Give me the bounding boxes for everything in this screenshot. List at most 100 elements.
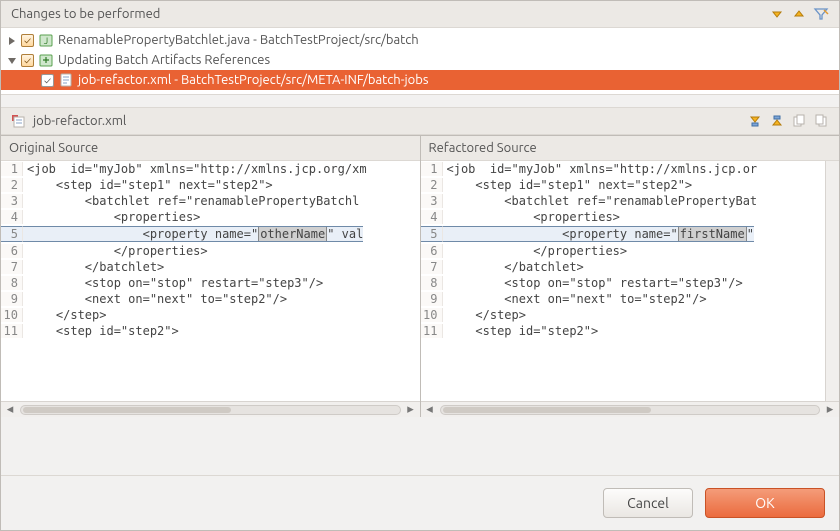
expand-icon[interactable]	[7, 35, 17, 45]
code-text: <property name="otherName" val	[23, 226, 363, 242]
code-text: <job id="myJob" xmlns="http://xmlns.jcp.…	[443, 162, 758, 176]
line-num: 11	[1, 324, 23, 338]
code-text: <step id="step1" next="step2">	[23, 178, 273, 192]
code-text: </step>	[443, 308, 526, 322]
horizontal-scrollbar[interactable]: ◂ ▸	[421, 401, 840, 417]
pane-header-original: Original Source	[1, 136, 420, 161]
line-num: 1	[421, 162, 443, 176]
line-num: 7	[421, 260, 443, 274]
line-num: 4	[1, 210, 23, 224]
collapse-icon[interactable]	[7, 55, 17, 65]
code-text: </step>	[23, 308, 106, 322]
compare-area: Original Source 1<job id="myJob" xmlns="…	[1, 135, 839, 417]
line-num: 1	[1, 162, 23, 176]
code-text: <step id="step2">	[443, 324, 599, 338]
refs-icon	[38, 52, 54, 68]
cancel-button[interactable]: Cancel	[603, 488, 693, 518]
prev-change-icon[interactable]	[791, 6, 807, 22]
original-code-viewer[interactable]: 1<job id="myJob" xmlns="http://xmlns.jcp…	[1, 161, 420, 401]
code-text: <job id="myJob" xmlns="http://xmlns.jcp.…	[23, 162, 367, 176]
next-change-icon[interactable]	[769, 6, 785, 22]
checkbox[interactable]: ✓	[41, 74, 54, 87]
line-num: 11	[421, 324, 443, 338]
code-text: <batchlet ref="renamablePropertyBatchl	[23, 194, 359, 208]
code-text: <step id="step1" next="step2">	[443, 178, 693, 192]
highlighted-diff-line[interactable]: 5 <property name="otherName" val	[1, 225, 420, 243]
line-num: 5	[421, 226, 443, 242]
code-text: <stop on="stop" restart="step3"/>	[443, 276, 743, 290]
line-num: 8	[1, 276, 23, 290]
code-text: <next on="next" to="step2"/>	[443, 292, 707, 306]
xml-file-icon	[58, 72, 74, 88]
code-text: <step id="step2">	[23, 324, 179, 338]
changes-panel: Changes to be performed ✓	[1, 1, 839, 95]
copy-left-icon[interactable]	[791, 113, 807, 129]
original-source-pane: Original Source 1<job id="myJob" xmlns="…	[1, 136, 421, 417]
refactored-source-pane: Refactored Source 1<job id="myJob" xmlns…	[421, 136, 840, 417]
line-num: 7	[1, 260, 23, 274]
ok-button[interactable]: OK	[705, 488, 825, 518]
line-num: 8	[421, 276, 443, 290]
tree-label: job-refactor.xml - BatchTestProject/src/…	[78, 73, 428, 87]
refactor-preview-window: Changes to be performed ✓	[0, 0, 840, 531]
scroll-left-icon[interactable]: ◂	[424, 404, 436, 416]
code-text: <property name="firstName"	[443, 226, 754, 242]
code-text: <batchlet ref="renamablePropertyBat	[443, 194, 758, 208]
line-num: 5	[1, 226, 23, 242]
editor-tab-title-area: job-refactor.xml	[11, 113, 126, 129]
scrollbar-track[interactable]	[20, 405, 401, 415]
line-num: 9	[421, 292, 443, 306]
pane-header-refactored: Refactored Source	[421, 136, 840, 161]
line-num: 10	[421, 308, 443, 322]
checkbox[interactable]: ✓	[21, 34, 34, 47]
changes-title: Changes to be performed	[11, 7, 160, 21]
batch-file-icon	[11, 113, 27, 129]
svg-text:J: J	[44, 36, 48, 46]
tree-node-java-file[interactable]: ✓ J RenamablePropertyBatchlet.java - Bat…	[1, 30, 839, 50]
code-text: </batchlet>	[23, 260, 164, 274]
line-num: 4	[421, 210, 443, 224]
tree-node-updating-refs[interactable]: ✓ Updating Batch Artifacts References	[1, 50, 839, 70]
scrollbar-track[interactable]	[440, 405, 821, 415]
prev-diff-icon[interactable]	[769, 113, 785, 129]
next-diff-icon[interactable]	[747, 113, 763, 129]
changes-toolbar	[769, 6, 829, 22]
horizontal-scrollbar[interactable]: ◂ ▸	[1, 401, 420, 417]
code-text: <stop on="stop" restart="step3"/>	[23, 276, 323, 290]
tree-label: Updating Batch Artifacts References	[58, 53, 270, 67]
code-text: </properties>	[443, 244, 628, 258]
editor-filename: job-refactor.xml	[33, 114, 126, 128]
line-num: 6	[1, 244, 23, 258]
button-bar: Cancel OK	[1, 475, 839, 530]
line-num: 3	[1, 194, 23, 208]
line-num: 2	[421, 178, 443, 192]
line-num: 3	[421, 194, 443, 208]
line-num: 9	[1, 292, 23, 306]
code-text: </batchlet>	[443, 260, 584, 274]
scrollbar-thumb[interactable]	[443, 407, 651, 413]
java-change-icon: J	[38, 32, 54, 48]
code-text: <properties>	[23, 210, 200, 224]
line-num: 2	[1, 178, 23, 192]
copy-right-icon[interactable]	[813, 113, 829, 129]
code-text: </properties>	[23, 244, 208, 258]
compare-toolbar	[747, 113, 829, 129]
scroll-left-icon[interactable]: ◂	[4, 404, 16, 416]
scrollbar-thumb[interactable]	[23, 407, 231, 413]
line-num: 6	[421, 244, 443, 258]
scroll-right-icon[interactable]: ▸	[824, 404, 836, 416]
vertical-scrollbar[interactable]	[825, 161, 839, 401]
changes-tree: ✓ J RenamablePropertyBatchlet.java - Bat…	[1, 28, 839, 94]
refactored-code-viewer[interactable]: 1<job id="myJob" xmlns="http://xmlns.jcp…	[421, 161, 826, 401]
filter-icon[interactable]	[813, 6, 829, 22]
changes-header: Changes to be performed	[1, 1, 839, 28]
diff-token-new: firstName	[678, 226, 747, 242]
scroll-right-icon[interactable]: ▸	[405, 404, 417, 416]
code-text: <properties>	[443, 210, 620, 224]
checkbox[interactable]: ✓	[21, 54, 34, 67]
spacer-area	[1, 417, 839, 475]
tree-node-xml-file-selected[interactable]: ✓ job-refactor.xml - BatchTestProject/sr…	[1, 70, 839, 90]
diff-token-old: otherName	[258, 226, 327, 242]
highlighted-diff-line[interactable]: 5 <property name="firstName"	[421, 225, 826, 243]
tree-label: RenamablePropertyBatchlet.java - BatchTe…	[58, 33, 419, 47]
